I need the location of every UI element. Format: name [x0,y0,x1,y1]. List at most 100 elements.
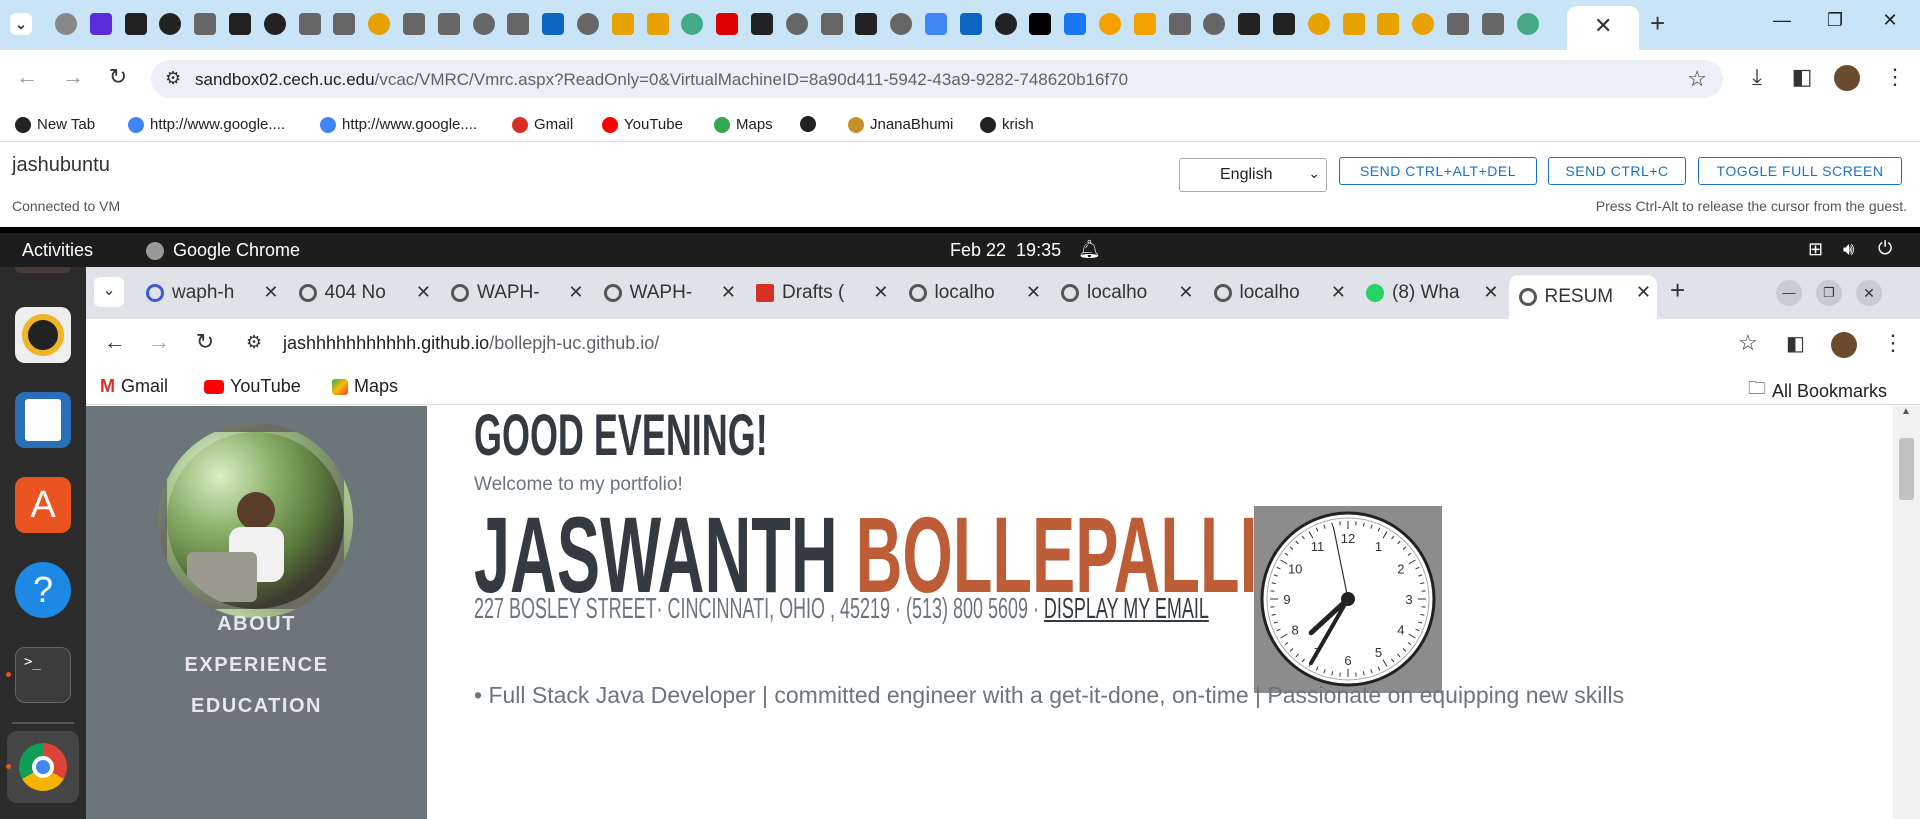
outer-bookmark[interactable]: YouTube [602,116,683,133]
outer-tab-favicon[interactable] [959,13,982,35]
back-icon[interactable]: ← [100,329,130,355]
outer-tab-favicon[interactable] [611,13,634,35]
bookmark-star-icon[interactable]: ☆ [1738,330,1758,356]
outer-tab-favicon[interactable] [646,13,669,35]
inner-tab[interactable]: waph-h ✕ [136,275,285,311]
outer-tab-favicon[interactable] [1273,13,1295,35]
outer-tab-favicon[interactable] [89,13,112,35]
outer-tab-favicon[interactable] [855,13,878,35]
tab-search-button[interactable]: ⌄ [10,13,32,35]
inner-tab[interactable]: WAPH- ✕ [441,275,590,311]
inner-tab[interactable]: (8) Wha ✕ [1356,275,1505,311]
outer-tab-favicon[interactable] [577,13,599,35]
outer-tab-favicon[interactable] [785,13,808,35]
page-scrollbar[interactable]: ▲ [1893,406,1920,819]
power-icon[interactable]: ⏻ [1878,238,1892,259]
outer-tab-favicon[interactable] [333,13,356,35]
close-tab-icon[interactable]: ✕ [568,282,583,303]
dock-item-partial[interactable] [15,267,71,273]
forward-icon[interactable]: → [58,64,88,90]
outer-tab-favicon[interactable] [298,13,321,35]
close-window-icon[interactable]: ✕ [1856,280,1882,306]
outer-tab-favicon[interactable] [159,13,182,35]
outer-tab-favicon[interactable] [542,13,565,35]
outer-tab-favicon[interactable] [368,13,391,35]
outer-tab-favicon[interactable] [507,13,530,35]
restore-icon[interactable]: ❐ [1815,10,1855,31]
back-icon[interactable]: ← [12,64,42,90]
reload-icon[interactable]: ↻ [103,64,133,90]
outer-tab-favicon[interactable] [716,13,739,35]
outer-tab-favicon[interactable] [1307,13,1330,35]
nav-experience[interactable]: EXPERIENCE [86,654,427,677]
outer-tab-favicon[interactable] [1133,13,1156,35]
bookmark-youtube[interactable]: YouTube [204,376,301,397]
close-tab-icon[interactable]: ✕ [873,282,888,303]
site-info-icon[interactable]: ⚙ [165,68,181,89]
new-tab-button[interactable]: + [1650,8,1665,39]
terminal-icon[interactable]: >_ [15,647,71,703]
tab-search-button[interactable]: ⌄ [94,277,124,307]
inner-tab[interactable]: localho ✕ [1204,275,1353,311]
outer-bookmark[interactable]: http://www.google.... [320,116,477,133]
close-tab-icon[interactable]: ✕ [1636,282,1651,303]
outer-tab-favicon[interactable] [1099,13,1121,35]
forward-icon[interactable]: → [144,329,174,355]
minimize-icon[interactable]: — [1762,10,1802,31]
menu-icon[interactable]: ⋮ [1880,64,1910,90]
outer-tab-favicon[interactable] [751,13,773,35]
inner-tab[interactable]: RESUM ✕ [1508,275,1657,319]
outer-tab-favicon[interactable] [820,13,843,35]
inner-tab[interactable]: localho ✕ [899,275,1048,311]
outer-tab-favicon[interactable] [55,13,77,35]
outer-tab-favicon[interactable] [1516,13,1539,35]
app-center-icon[interactable]: A [15,477,71,533]
bookmark-gmail[interactable]: M Gmail [100,376,168,397]
rhythmbox-icon[interactable] [15,307,71,363]
outer-tab-favicon[interactable] [1238,13,1261,35]
reload-icon[interactable]: ↻ [190,329,220,355]
outer-tab-favicon[interactable] [194,13,217,35]
close-tab-icon[interactable]: ✕ [1331,282,1346,303]
outer-tab-favicon[interactable] [1342,13,1365,35]
outer-tab-favicon[interactable] [472,13,495,35]
outer-tab-favicon[interactable] [925,13,947,35]
nav-about[interactable]: ABOUT [86,613,427,636]
language-select[interactable]: English ⌄ [1179,158,1327,192]
display-email-link[interactable]: DISPLAY MY EMAIL [1044,593,1209,625]
inner-tab[interactable]: localho ✕ [1051,275,1200,311]
outer-tab-favicon[interactable] [437,13,460,35]
outer-tab-favicon[interactable] [1481,13,1504,35]
close-tab-icon[interactable]: ✕ [1026,282,1041,303]
app-menu[interactable]: Google Chrome [173,240,300,261]
minimize-icon[interactable]: — [1776,280,1802,306]
outer-tab-favicon[interactable] [1064,13,1087,35]
send-ctrl-c-button[interactable]: SEND CTRL+C [1548,157,1686,185]
outer-tab-favicon[interactable] [890,13,913,35]
send-ctrl-alt-del-button[interactable]: SEND CTRL+ALT+DEL [1339,157,1537,185]
outer-tab-favicon[interactable] [403,13,425,35]
volume-icon[interactable]: 🔊︎ [1843,239,1854,260]
inner-tab[interactable]: 404 No ✕ [289,275,438,311]
close-tab-icon[interactable]: ✕ [416,282,431,303]
inner-url[interactable]: jashhhhhhhhhhh.github.io/bollepjh-uc.git… [283,333,659,354]
outer-tab-favicon[interactable] [1412,13,1435,35]
maximize-icon[interactable]: ❐ [1816,280,1842,306]
outer-bookmark[interactable]: JnanaBhumi [848,116,953,133]
outer-tab-favicon[interactable] [1377,13,1400,35]
close-tab-icon[interactable]: ✕ [1594,13,1612,39]
side-panel-icon[interactable]: ◧ [1787,64,1817,90]
bookmark-maps[interactable]: Maps [332,376,398,397]
outer-tab-favicon[interactable] [1447,13,1469,35]
outer-tab-favicon[interactable] [1029,13,1052,35]
outer-bookmark[interactable] [800,116,822,132]
help-icon[interactable]: ? [15,562,71,618]
outer-tab-favicon[interactable] [263,13,286,35]
outer-bookmark[interactable]: http://www.google.... [128,116,285,133]
outer-bookmark[interactable]: Maps [714,116,773,133]
close-tab-icon[interactable]: ✕ [1178,282,1193,303]
outer-tab-favicon[interactable] [994,13,1017,35]
outer-tab-favicon[interactable] [124,13,147,35]
outer-tab-favicon[interactable] [229,13,251,35]
outer-tab-favicon[interactable] [1168,13,1191,35]
